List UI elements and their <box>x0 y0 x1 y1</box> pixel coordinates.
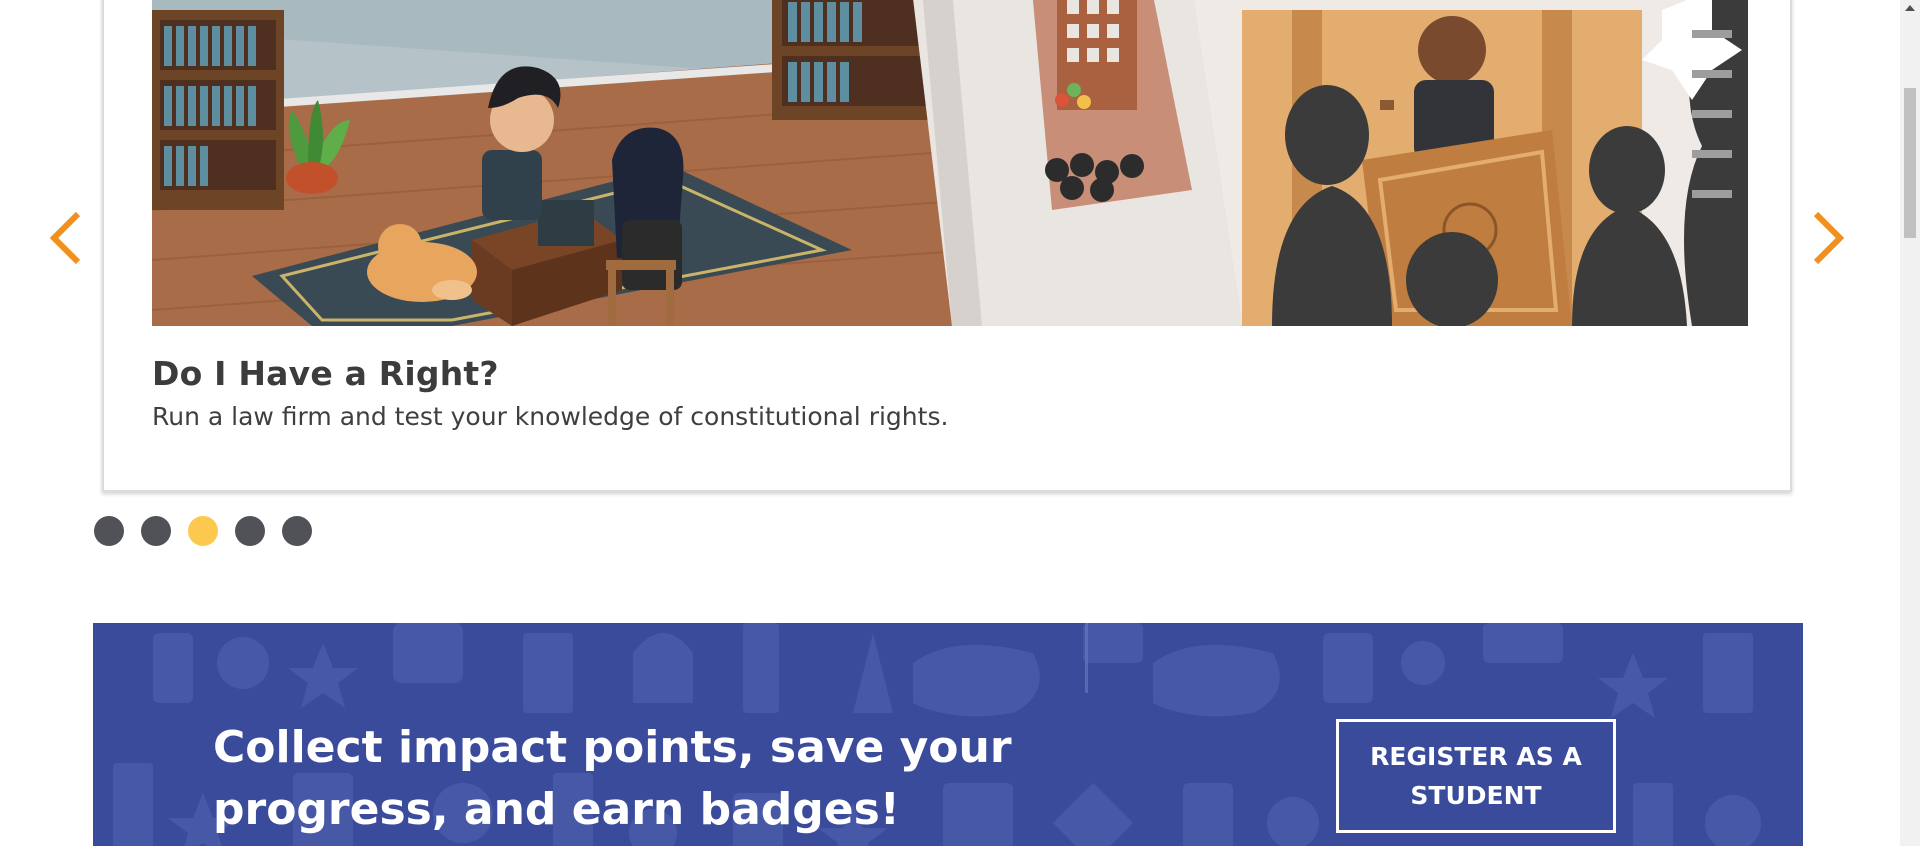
scrollbar-thumb[interactable] <box>1904 88 1916 238</box>
scroll-up-arrow-icon[interactable] <box>1900 0 1920 17</box>
chevron-left-icon <box>49 211 81 265</box>
carousel-dot-1[interactable] <box>94 516 124 546</box>
chevron-right-icon <box>1813 211 1845 265</box>
carousel-prev-button[interactable] <box>42 206 92 270</box>
slide-illustration <box>152 0 1748 326</box>
carousel-next-button[interactable] <box>1802 206 1852 270</box>
register-banner: Collect impact points, save your progres… <box>93 623 1803 846</box>
slide-title[interactable]: Do I Have a Right? <box>152 354 499 393</box>
page: Do I Have a Right? Run a law firm and te… <box>0 0 1900 846</box>
carousel-dot-5[interactable] <box>282 516 312 546</box>
register-as-student-button[interactable]: REGISTER AS A STUDENT <box>1336 719 1616 833</box>
carousel-pagination <box>94 516 312 546</box>
bookshelf-left <box>152 10 284 210</box>
carousel-dot-3-active[interactable] <box>188 516 218 546</box>
slide-description: Run a law firm and test your knowledge o… <box>152 402 949 431</box>
banner-headline: Collect impact points, save your progres… <box>213 722 1012 835</box>
carousel-dot-4[interactable] <box>235 516 265 546</box>
carousel-slide-card[interactable]: Do I Have a Right? Run a law firm and te… <box>102 0 1792 492</box>
page-scrollbar[interactable] <box>1900 0 1920 846</box>
carousel-dot-2[interactable] <box>141 516 171 546</box>
